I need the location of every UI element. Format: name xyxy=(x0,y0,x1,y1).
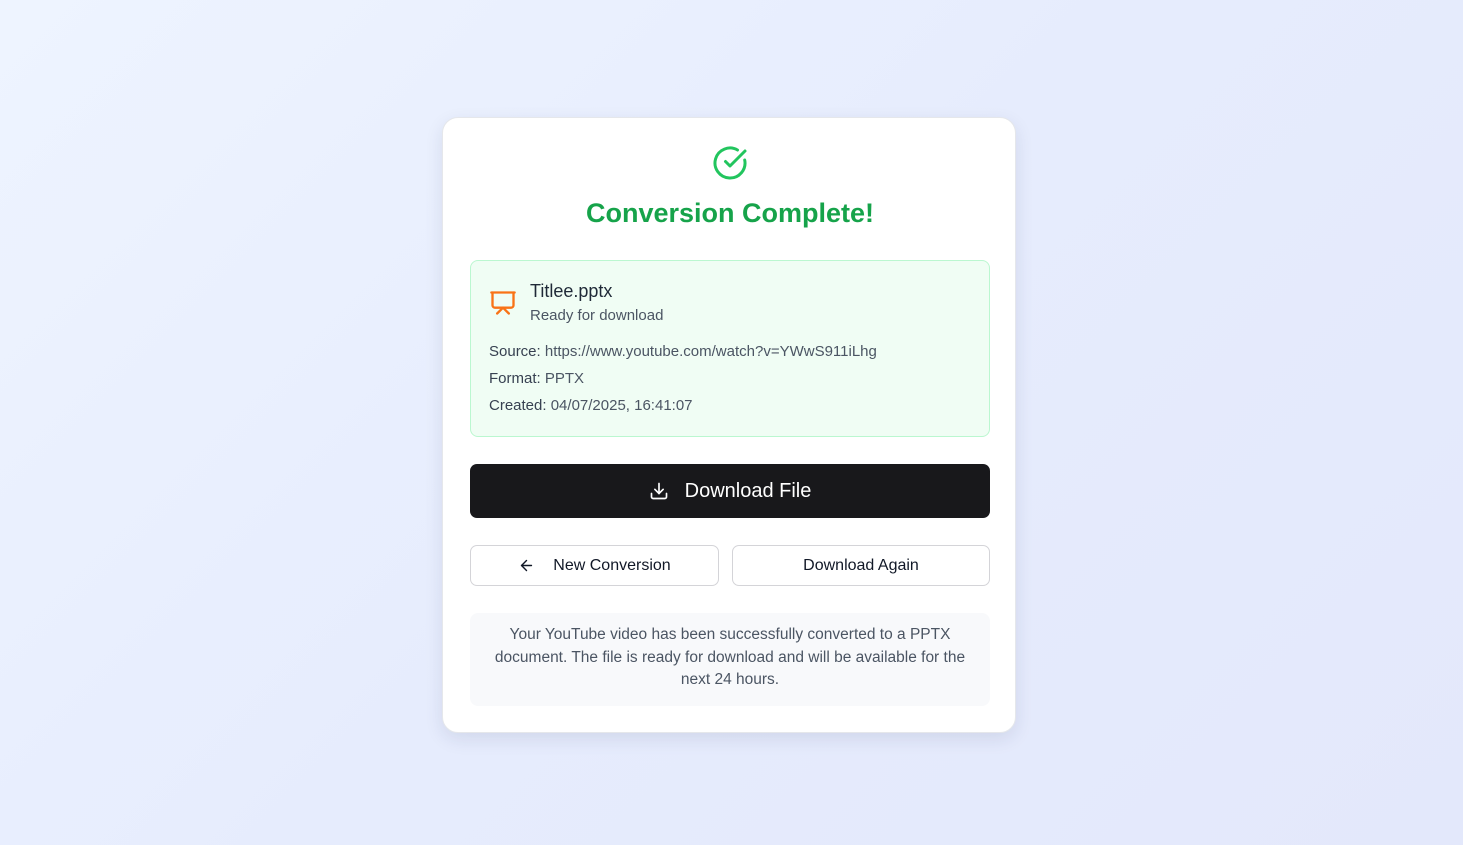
meta-created-value: 04/07/2025, 16:41:07 xyxy=(550,397,693,414)
conversion-result-card: Conversion Complete! Titlee.pptx Ready f… xyxy=(442,117,1016,733)
meta-source-value: https://www.youtube.com/watch?v=YWwS911i… xyxy=(544,343,877,360)
check-circle-icon xyxy=(713,146,747,180)
meta-source-label: Source: xyxy=(489,343,541,360)
meta-created: Created: 04/07/2025, 16:41:07 xyxy=(489,397,693,414)
new-conversion-label: New Conversion xyxy=(553,556,671,574)
meta-format-value: PPTX xyxy=(544,370,585,387)
presentation-icon xyxy=(490,291,516,315)
download-again-button[interactable]: Download Again xyxy=(732,545,990,586)
page-title: Conversion Complete! xyxy=(585,198,875,228)
meta-created-label: Created: xyxy=(489,397,547,414)
file-status: Ready for download xyxy=(530,307,664,324)
download-file-button[interactable]: Download File xyxy=(470,464,990,518)
file-info-panel: Titlee.pptx Ready for download Source: h… xyxy=(470,260,990,437)
download-again-label: Download Again xyxy=(803,556,919,574)
download-icon xyxy=(650,482,667,500)
download-file-label: Download File xyxy=(684,479,812,502)
file-name: Titlee.pptx xyxy=(530,281,613,301)
new-conversion-button[interactable]: New Conversion xyxy=(470,545,719,586)
meta-format: Format: PPTX xyxy=(489,370,584,387)
info-note: Your YouTube video has been successfully… xyxy=(470,613,990,706)
arrow-left-icon xyxy=(521,559,533,572)
info-note-text: Your YouTube video has been successfully… xyxy=(494,626,966,688)
meta-format-label: Format: xyxy=(489,370,541,387)
meta-source: Source: https://www.youtube.com/watch?v=… xyxy=(489,343,877,360)
